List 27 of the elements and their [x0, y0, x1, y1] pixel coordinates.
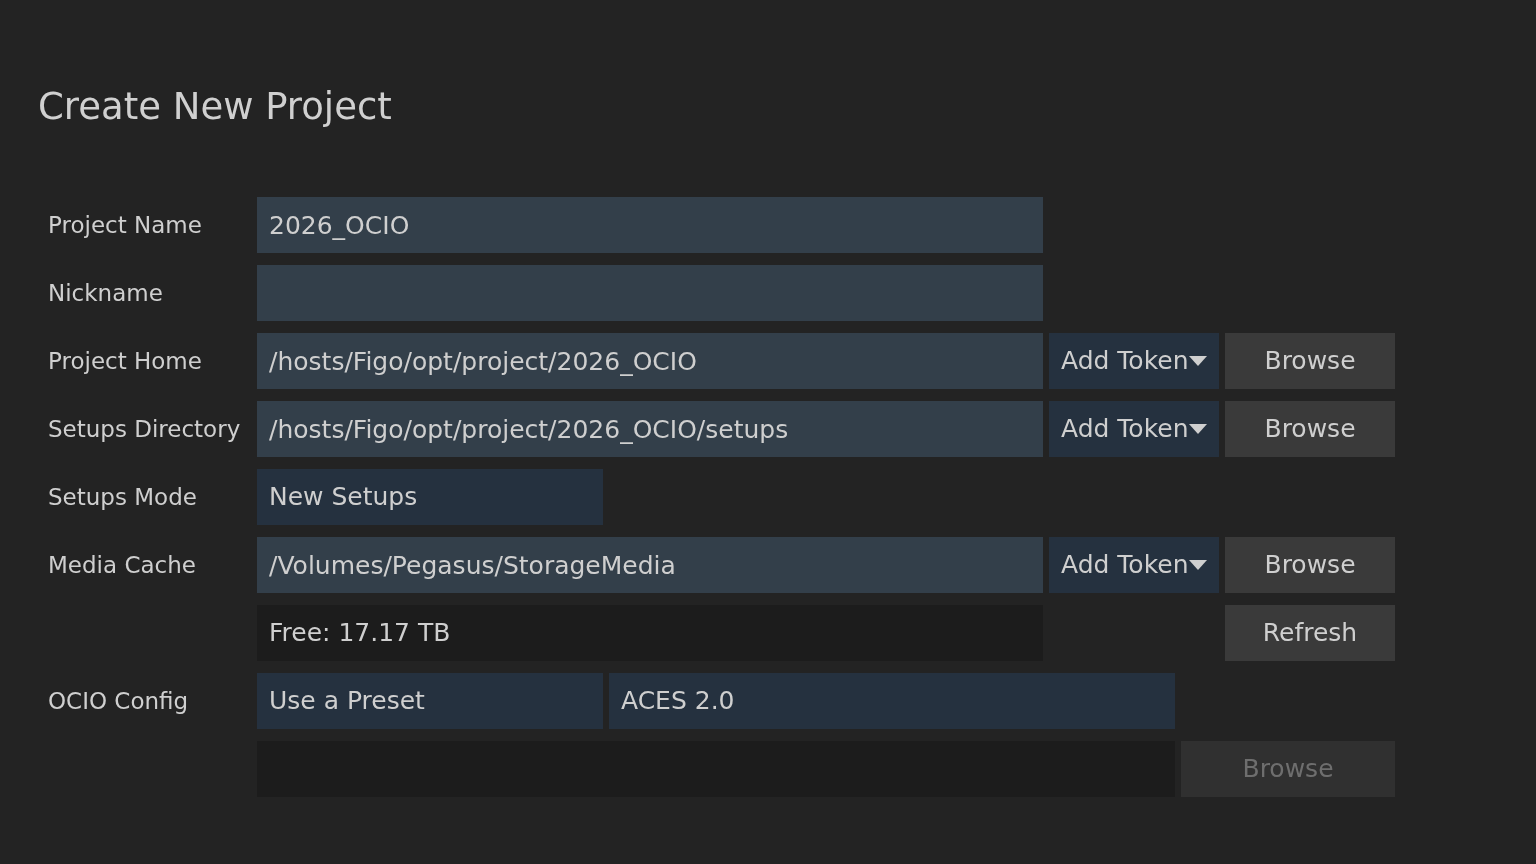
text-field[interactable]: /hosts/Figo/opt/project/2026_OCIO/setups — [257, 401, 1043, 457]
caret-icon — [1189, 424, 1207, 434]
caret-icon — [1189, 356, 1207, 366]
field-label: Setups Directory — [48, 415, 241, 442]
free-space-readout: Free: 17.17 TB — [257, 605, 1043, 661]
action-button[interactable]: Browse — [1225, 537, 1395, 593]
field-label: OCIO Config — [48, 687, 189, 714]
text-field[interactable]: 2026_OCIO — [257, 197, 1043, 253]
field-label: Nickname — [48, 279, 163, 306]
action-button[interactable]: Refresh — [1225, 605, 1395, 661]
action-button[interactable]: Browse — [1225, 401, 1395, 457]
field-label: Project Name — [48, 211, 202, 238]
text-field[interactable]: /Volumes/Pegasus/StorageMedia — [257, 537, 1043, 593]
page-title: Create New Project — [37, 84, 393, 130]
field-label: Project Home — [48, 347, 202, 374]
field-label: Setups Mode — [48, 483, 197, 510]
text-field[interactable]: /hosts/Figo/opt/project/2026_OCIO — [257, 333, 1043, 389]
text-field[interactable] — [257, 265, 1043, 321]
add-token-dropdown[interactable]: Add Token — [1049, 333, 1219, 389]
add-token-dropdown[interactable]: Add Token — [1049, 401, 1219, 457]
action-button[interactable]: Browse — [1225, 333, 1395, 389]
dropdown[interactable]: New Setups — [257, 469, 603, 525]
field-label: Media Cache — [48, 551, 196, 578]
add-token-dropdown[interactable]: Add Token — [1049, 537, 1219, 593]
dropdown[interactable]: Use a Preset — [257, 673, 603, 729]
dropdown[interactable]: ACES 2.0 — [609, 673, 1175, 729]
caret-icon — [1189, 560, 1207, 570]
